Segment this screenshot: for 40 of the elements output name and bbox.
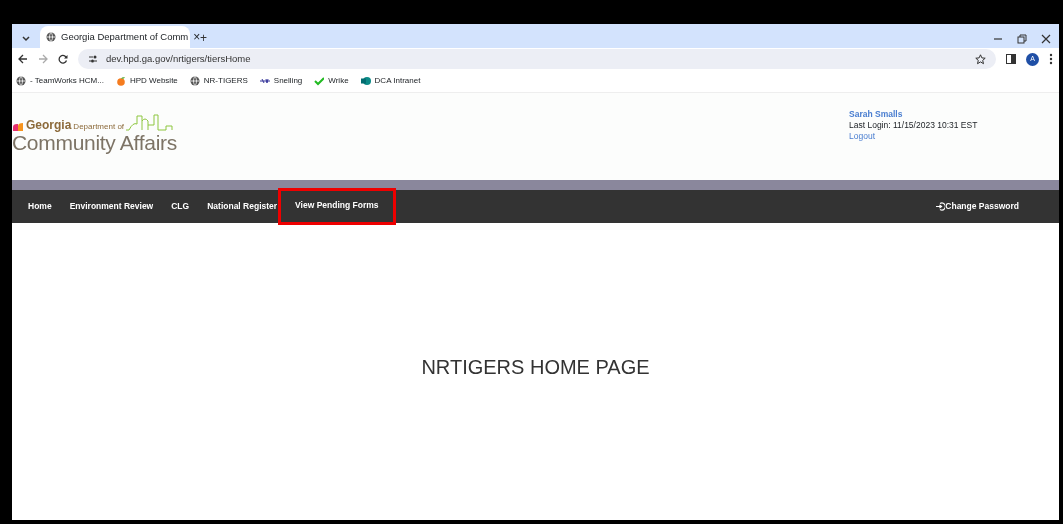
globe-icon: [16, 76, 26, 86]
logout-link[interactable]: Logout: [849, 131, 1059, 142]
logo-icon: [259, 76, 270, 86]
bookmark[interactable]: NR-TIGERS: [189, 75, 248, 87]
star-icon: [975, 53, 986, 65]
logo-icon: [360, 76, 371, 86]
globe-icon: [46, 32, 56, 42]
side-panel-icon: [1006, 54, 1016, 64]
logo-name-text: Community Affairs: [12, 131, 177, 155]
sign-in-icon: [936, 202, 946, 211]
bookmark[interactable]: - TeamWorks HCM...: [16, 75, 104, 87]
reload-icon: [58, 54, 68, 64]
tab-close-button[interactable]: ×: [193, 28, 201, 46]
chevron-down-icon: [22, 35, 30, 42]
forward-arrow-icon: [38, 54, 48, 64]
nav-link[interactable]: Environment Review: [69, 200, 154, 213]
bookmark[interactable]: Snelling: [259, 75, 303, 87]
logo-brand-text: Georgia: [26, 119, 72, 131]
address-bar[interactable]: dev.hpd.ga.gov/nrtigers/tiersHome: [78, 49, 996, 69]
page-heading: NRTIGERS HOME PAGE: [421, 354, 650, 379]
close-icon: [1041, 34, 1051, 44]
user-name: Sarah Smalls: [849, 109, 904, 120]
restore-icon: [1017, 34, 1027, 44]
logo-mark-icon: [12, 122, 24, 131]
last-login-text: Last Login: 11/15/2023 10:31 EST: [849, 120, 979, 131]
bookmark[interactable]: DCA Intranet: [360, 75, 421, 87]
change-password-link[interactable]: Change Password: [936, 200, 1019, 213]
bookmark[interactable]: HPD Website: [115, 75, 178, 87]
more-menu-icon: [1049, 53, 1053, 65]
checkmark-icon: [314, 76, 325, 86]
nav-link[interactable]: National Register: [207, 200, 278, 213]
logo-subtitle-text: Department of: [73, 123, 125, 131]
peach-icon: [115, 76, 126, 86]
nav-link[interactable]: Home: [28, 200, 52, 213]
globe-icon: [189, 76, 200, 86]
nav-link[interactable]: View Pending Forms: [281, 191, 393, 222]
back-arrow-icon: [18, 54, 28, 64]
nav-link[interactable]: CLG: [171, 200, 190, 213]
bookmark[interactable]: Wrike: [314, 75, 349, 87]
site-settings-icon: [88, 54, 98, 64]
